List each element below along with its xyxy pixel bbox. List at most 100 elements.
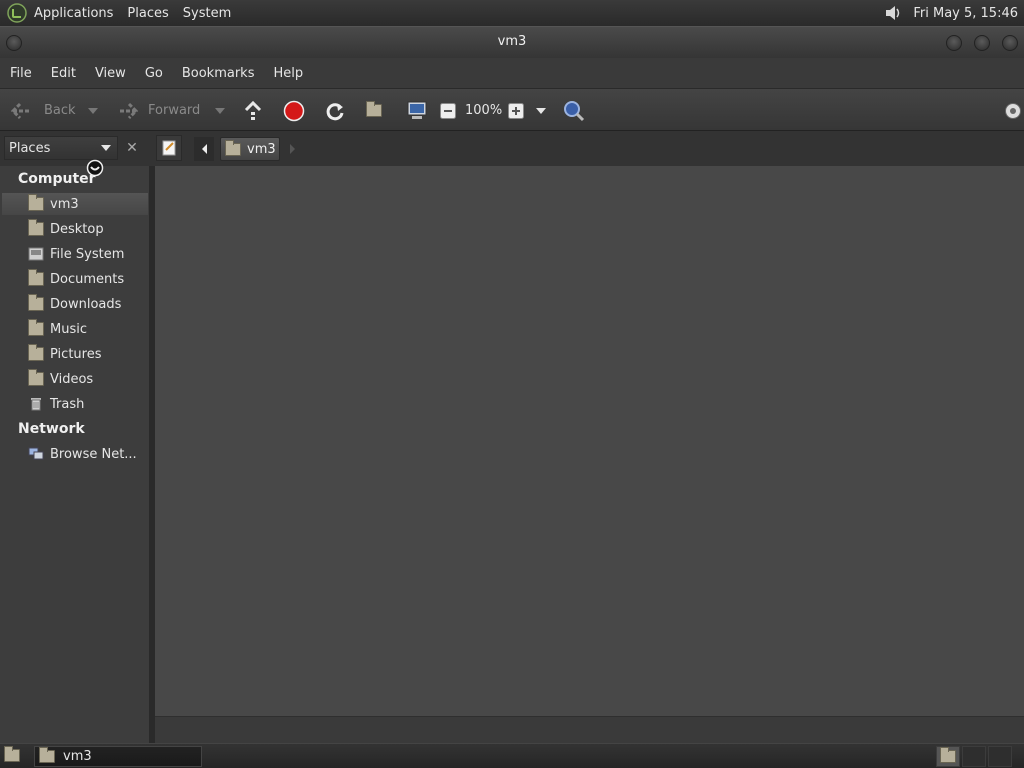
menubar: File Edit View Go Bookmarks Help: [0, 58, 1024, 88]
edit-icon: [162, 140, 176, 156]
desktop-folder-icon: [4, 746, 20, 762]
path-scroll-right-button[interactable]: [290, 144, 295, 154]
sidebar-item-label: Desktop: [50, 221, 104, 237]
forward-arrow-icon: [118, 102, 139, 119]
back-button[interactable]: Back: [10, 89, 76, 132]
zoom-level[interactable]: 100%: [465, 89, 502, 132]
sidebar-item-label: vm3: [50, 196, 79, 212]
taskbar-window-label: vm3: [63, 749, 92, 764]
pictures-folder-icon: [28, 344, 44, 361]
home-folder-icon: [28, 194, 44, 211]
minimize-button[interactable]: [946, 35, 962, 51]
file-view[interactable]: [155, 166, 1024, 716]
view-mode-dropdown[interactable]: [536, 89, 546, 132]
menu-go[interactable]: Go: [145, 66, 163, 81]
path-button-current[interactable]: vm3: [220, 137, 280, 161]
computer-button[interactable]: [406, 89, 428, 132]
sidebar-item-vm3[interactable]: vm3: [2, 193, 148, 215]
path-button-label: vm3: [247, 141, 276, 157]
filesystem-icon: [28, 247, 44, 261]
sidebar-item-file-system[interactable]: File System: [2, 243, 148, 265]
chevron-left-icon: [201, 144, 207, 154]
sidebar-places: Computer vm3 Desktop File System Documen…: [0, 159, 150, 743]
menu-edit[interactable]: Edit: [51, 66, 76, 81]
menu-bookmarks[interactable]: Bookmarks: [182, 66, 255, 81]
chevron-down-icon: [101, 145, 111, 151]
chevron-down-icon: [88, 107, 98, 114]
sidebar-item-trash[interactable]: Trash: [2, 393, 148, 415]
sidebar-header-network: Network: [18, 421, 85, 437]
close-button[interactable]: [1002, 35, 1018, 51]
forward-button[interactable]: Forward: [115, 89, 200, 132]
sidebar-item-label: Pictures: [50, 346, 102, 362]
sidebar-item-label: Downloads: [50, 296, 122, 312]
network-icon: [28, 447, 44, 460]
back-history-dropdown[interactable]: [88, 89, 98, 132]
menu-file[interactable]: File: [10, 66, 32, 81]
bottom-panel: vm3: [0, 743, 1024, 768]
sidebar-item-downloads[interactable]: Downloads: [2, 293, 148, 315]
back-label: Back: [44, 103, 76, 118]
home-button[interactable]: [366, 89, 382, 132]
places-menu[interactable]: Places: [127, 6, 168, 21]
trash-icon: [31, 398, 41, 411]
home-folder-icon: [225, 139, 241, 156]
zoom-out-button[interactable]: [440, 89, 456, 132]
applications-menu[interactable]: Applications: [34, 6, 113, 21]
home-folder-icon: [366, 101, 382, 117]
stop-button[interactable]: [283, 89, 305, 132]
sidebar-item-label: Documents: [50, 271, 125, 287]
show-desktop-button[interactable]: [4, 746, 20, 766]
sidebar-item-videos[interactable]: Videos: [2, 368, 148, 390]
sidebar-item-music[interactable]: Music: [2, 318, 148, 340]
sidebar-item-label: Music: [50, 321, 87, 337]
workspace-2[interactable]: [962, 746, 986, 767]
window-titlebar[interactable]: vm3: [0, 26, 1024, 58]
zoom-in-icon: [508, 102, 524, 119]
reload-button[interactable]: [324, 89, 346, 132]
workspace-3[interactable]: [988, 746, 1012, 767]
zoom-in-button[interactable]: [508, 89, 524, 132]
spinner-icon: [1005, 102, 1021, 119]
search-icon: [564, 100, 585, 121]
volume-icon[interactable]: [883, 3, 903, 23]
forward-history-dropdown[interactable]: [215, 89, 225, 132]
music-folder-icon: [28, 319, 44, 336]
top-panel: Applications Places System Fri May 5, 15…: [0, 0, 1024, 26]
home-folder-icon: [39, 747, 55, 763]
sidebar-type-label: Places: [9, 140, 51, 156]
mouse-cursor-icon: [86, 159, 104, 177]
stop-icon: [283, 100, 305, 121]
up-button[interactable]: [242, 89, 264, 132]
back-arrow-icon: [10, 102, 31, 119]
documents-folder-icon: [28, 269, 44, 286]
mint-logo-icon[interactable]: [7, 3, 27, 23]
system-menu[interactable]: System: [183, 6, 231, 21]
clock[interactable]: Fri May 5, 15:46: [913, 6, 1018, 21]
sidebar-item-pictures[interactable]: Pictures: [2, 343, 148, 365]
maximize-button[interactable]: [974, 35, 990, 51]
desktop-folder-icon: [28, 219, 44, 236]
menu-help[interactable]: Help: [273, 66, 303, 81]
forward-label: Forward: [148, 103, 201, 118]
sidebar-item-browse-network[interactable]: Browse Net...: [2, 443, 148, 465]
sidebar-item-label: Browse Net...: [50, 446, 137, 462]
sidebar-item-documents[interactable]: Documents: [2, 268, 148, 290]
location-bar: Places ✕ vm3: [0, 131, 1024, 166]
workspace-1[interactable]: [936, 746, 960, 767]
downloads-folder-icon: [28, 294, 44, 311]
home-folder-icon: [940, 747, 956, 763]
sidebar-item-label: Videos: [50, 371, 94, 387]
sidebar-item-desktop[interactable]: Desktop: [2, 218, 148, 240]
close-icon: ✕: [126, 140, 138, 156]
search-button[interactable]: [562, 89, 586, 132]
close-sidebar-button[interactable]: ✕: [120, 136, 144, 160]
sidebar-type-select[interactable]: Places: [4, 136, 118, 160]
toggle-location-entry-button[interactable]: [156, 135, 182, 161]
throbber: [1004, 89, 1022, 132]
menu-view[interactable]: View: [95, 66, 126, 81]
statusbar: [155, 716, 1024, 743]
path-scroll-left-button[interactable]: [194, 137, 214, 161]
zoom-level-label: 100%: [465, 103, 503, 118]
taskbar-window-vm3[interactable]: vm3: [34, 746, 202, 767]
